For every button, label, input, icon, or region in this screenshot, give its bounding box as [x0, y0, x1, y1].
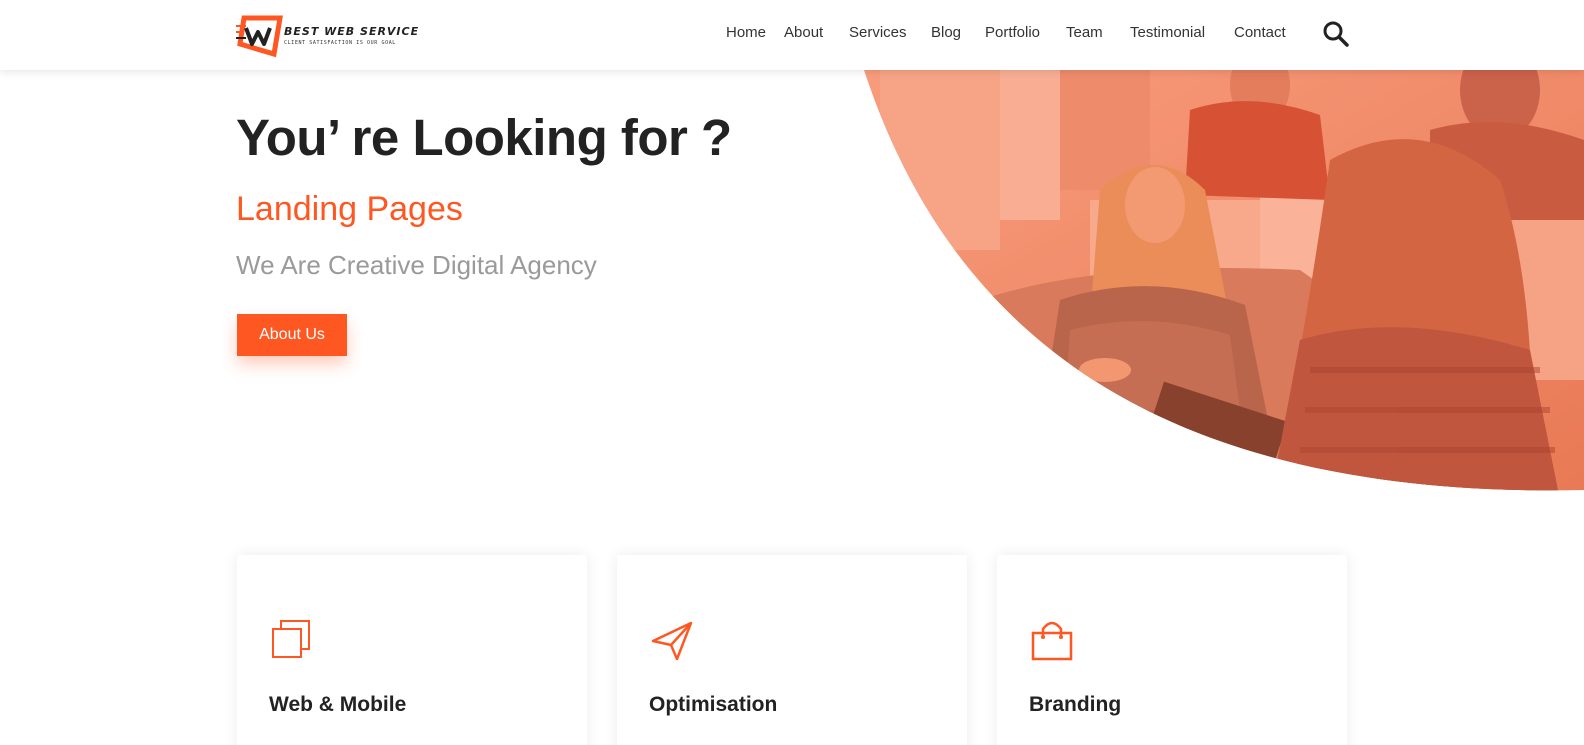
- nav-item-home[interactable]: Home: [726, 24, 766, 41]
- nav-item-services[interactable]: Services: [849, 24, 907, 41]
- service-title: Optimisation: [649, 693, 778, 716]
- logo-mark-icon: [236, 15, 283, 58]
- nav-item-contact[interactable]: Contact: [1234, 24, 1286, 41]
- paper-plane-icon: [651, 621, 693, 661]
- logo-tagline: CLIENT SATISFACTION IS OUR GOAL: [284, 40, 396, 46]
- nav-item-portfolio[interactable]: Portfolio: [985, 24, 1040, 41]
- shopping-bag-icon: [1031, 621, 1073, 661]
- hero-tagline: We Are Creative Digital Agency: [236, 250, 597, 280]
- nav-item-blog[interactable]: Blog: [931, 24, 961, 41]
- service-title: Web & Mobile: [269, 693, 407, 716]
- hero-rotating-text: Landing Pages: [236, 190, 463, 228]
- service-card-optimisation[interactable]: Optimisation: [617, 555, 967, 745]
- logo-name: BEST WEB SERVICE: [284, 25, 420, 38]
- service-title: Branding: [1029, 693, 1122, 716]
- site-logo[interactable]: BEST WEB SERVICE CLIENT SATISFACTION IS …: [236, 14, 426, 58]
- nav-item-testimonial[interactable]: Testimonial: [1130, 24, 1205, 41]
- hero-title: You’ re Looking for ?: [236, 109, 732, 166]
- nav-item-about[interactable]: About: [784, 24, 823, 41]
- search-icon: [1323, 21, 1349, 47]
- service-card-web-mobile[interactable]: Web & Mobile: [237, 555, 587, 745]
- nav-item-team[interactable]: Team: [1066, 24, 1103, 41]
- copy-icon: [272, 620, 310, 658]
- about-us-button[interactable]: About Us: [237, 314, 347, 356]
- site-header: BEST WEB SERVICE CLIENT SATISFACTION IS …: [0, 0, 1584, 70]
- search-button[interactable]: [1322, 20, 1350, 48]
- service-card-branding[interactable]: Branding: [997, 555, 1347, 745]
